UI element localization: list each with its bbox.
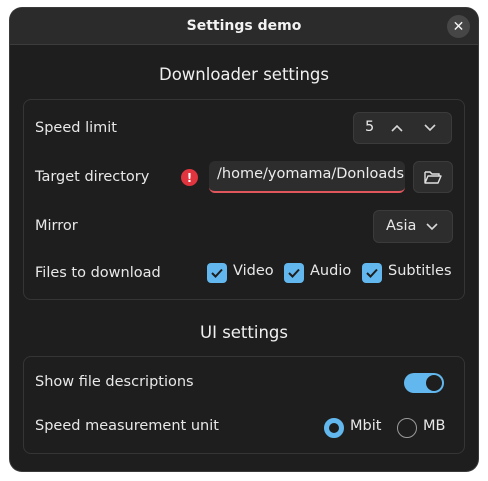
checkmark-icon (366, 268, 378, 278)
mirror-dropdown[interactable]: Asia (373, 210, 453, 243)
checkmark-icon (288, 268, 300, 278)
close-button[interactable]: ✕ (447, 15, 470, 38)
mirror-label: Mirror (35, 218, 78, 234)
mb-radio[interactable] (397, 418, 417, 438)
speed-unit-label: Speed measurement unit (35, 418, 219, 434)
choose-folder-button[interactable] (413, 161, 453, 193)
audio-checkbox-label[interactable]: Audio (310, 263, 351, 279)
mbit-radio[interactable] (324, 418, 344, 438)
show-descriptions-label: Show file descriptions (35, 374, 194, 390)
subtitles-checkbox[interactable] (362, 263, 382, 283)
show-descriptions-switch[interactable] (404, 373, 444, 393)
subtitles-checkbox-label[interactable]: Subtitles (388, 263, 452, 279)
speed-limit-decrease-button[interactable] (420, 118, 440, 138)
mbit-radio-label[interactable]: Mbit (350, 418, 381, 434)
speed-limit-value: 5 (365, 119, 375, 135)
error-icon: ! (181, 169, 198, 186)
chevron-up-icon (391, 124, 403, 132)
checkmark-icon (211, 268, 223, 278)
target-directory-label: Target directory (35, 169, 150, 185)
mb-radio-label[interactable]: MB (423, 418, 445, 434)
speed-limit-spinbutton[interactable]: 5 (353, 112, 452, 144)
video-checkbox[interactable] (207, 263, 227, 283)
settings-window: Settings demo ✕ Downloader settings Spee… (10, 8, 478, 471)
close-icon: ✕ (452, 18, 465, 35)
audio-checkbox[interactable] (284, 263, 304, 283)
speed-limit-label: Speed limit (35, 120, 117, 136)
target-directory-input[interactable]: /home/yomama/Donloads (209, 161, 405, 193)
chevron-down-icon (424, 124, 436, 132)
window-title: Settings demo (186, 18, 302, 34)
video-checkbox-label[interactable]: Video (233, 263, 274, 279)
downloader-settings-group: Speed limit 5 Target directory ! /home/y… (23, 99, 465, 300)
switch-knob (426, 375, 442, 391)
speed-limit-increase-button[interactable] (387, 118, 407, 138)
chevron-down-icon (426, 223, 438, 231)
mirror-selected-value: Asia (386, 218, 417, 234)
ui-settings-group: Show file descriptions Speed measurement… (23, 356, 465, 454)
downloader-section-title: Downloader settings (159, 65, 329, 84)
ui-section-title: UI settings (200, 323, 288, 342)
title-bar[interactable]: Settings demo ✕ (10, 8, 478, 45)
folder-open-icon (424, 171, 442, 184)
files-to-download-label: Files to download (35, 265, 161, 281)
